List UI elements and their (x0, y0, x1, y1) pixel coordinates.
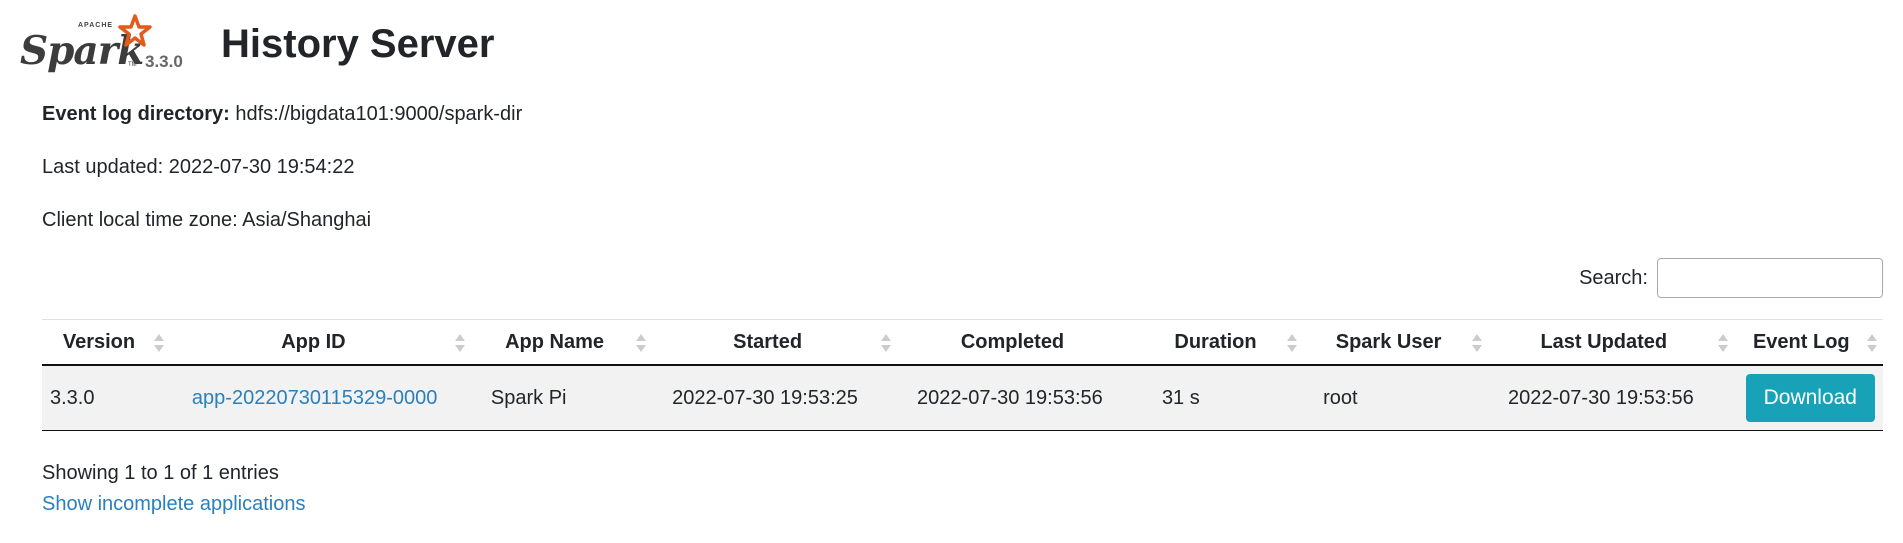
download-button[interactable]: Download (1745, 374, 1875, 422)
column-header-last-updated[interactable]: Last Updated (1488, 319, 1734, 366)
sort-icon (881, 332, 892, 354)
cell-duration: 31 s (1141, 365, 1304, 431)
column-header-event-log[interactable]: Event Log (1733, 319, 1883, 366)
column-header-duration[interactable]: Duration (1141, 319, 1304, 366)
cell-completed: 2022-07-30 19:53:56 (897, 365, 1142, 431)
sort-icon (454, 332, 465, 354)
sort-icon (636, 332, 647, 354)
search-input[interactable] (1657, 258, 1883, 298)
sort-icon (1472, 332, 1483, 354)
cell-last-updated: 2022-07-30 19:53:56 (1488, 365, 1734, 431)
app-id-link[interactable]: app-20220730115329-0000 (192, 387, 437, 409)
cell-app-name: Spark Pi (470, 365, 653, 431)
entries-info: Showing 1 to 1 of 1 entries (42, 462, 279, 484)
applications-table: Version App ID App Name Started Complete… (42, 319, 1883, 431)
last-updated: Last updated: 2022-07-30 19:54:22 (42, 156, 355, 178)
column-header-app-id[interactable]: App ID (169, 319, 471, 366)
logo-tm-text: TM (128, 62, 137, 68)
table-row: 3.3.0 app-20220730115329-0000 Spark Pi 2… (42, 365, 1883, 431)
column-header-app-name[interactable]: App Name (470, 319, 653, 366)
sort-icon (1867, 332, 1877, 354)
spark-version: 3.3.0 (145, 52, 183, 71)
client-time-zone: Client local time zone: Asia/Shanghai (42, 209, 372, 231)
event-log-label: Event log directory: (42, 103, 230, 125)
column-header-version[interactable]: Version (42, 319, 170, 366)
sort-icon (153, 332, 164, 354)
sort-icon (1287, 332, 1298, 354)
sort-icon (1717, 332, 1728, 354)
cell-spark-user: root (1303, 365, 1489, 431)
event-log-directory: Event log directory: hdfs://bigdata101:9… (42, 103, 522, 126)
column-header-started[interactable]: Started (652, 319, 898, 366)
column-header-completed[interactable]: Completed (897, 319, 1142, 366)
page-title: History Server (221, 22, 495, 66)
show-incomplete-link[interactable]: Show incomplete applications (42, 493, 306, 516)
column-header-spark-user[interactable]: Spark User (1303, 319, 1489, 366)
spark-logo[interactable]: APACHE Spark TM (20, 10, 152, 74)
search-box: Search: (1579, 258, 1883, 298)
cell-started: 2022-07-30 19:53:25 (652, 365, 898, 431)
page-header: APACHE Spark TM 3.3.0 History Server (20, 10, 620, 80)
table-header-row: Version App ID App Name Started Complete… (42, 319, 1883, 366)
spark-star-icon (118, 14, 152, 47)
cell-version: 3.3.0 (42, 365, 170, 431)
event-log-value: hdfs://bigdata101:9000/spark-dir (235, 103, 523, 125)
search-label: Search: (1579, 266, 1648, 289)
